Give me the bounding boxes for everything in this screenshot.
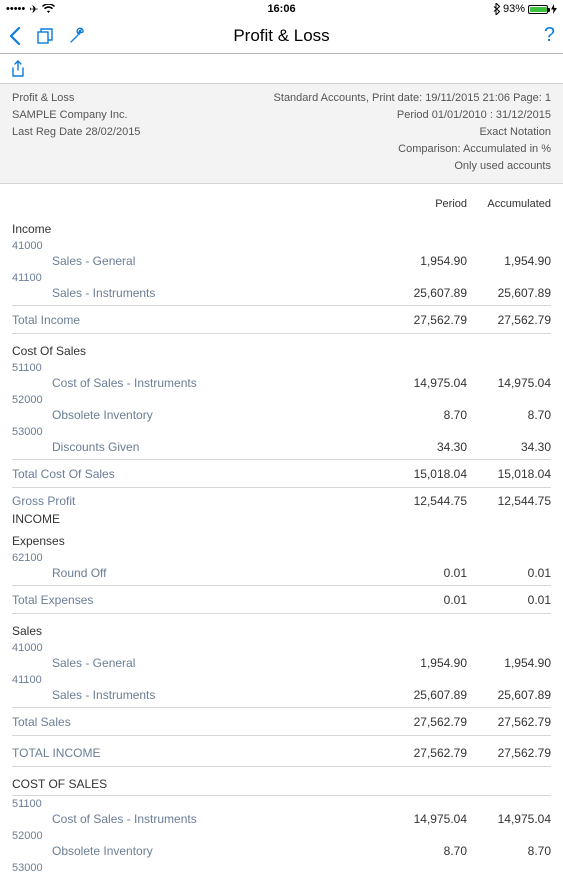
nav-bar: Profit & Loss ?	[0, 18, 563, 54]
battery-icon	[528, 5, 548, 14]
account-code[interactable]: 41000	[12, 240, 56, 252]
status-time: 16:06	[190, 3, 374, 15]
account-code[interactable]: 41100	[12, 272, 56, 284]
column-headers: Period Accumulated	[12, 188, 551, 216]
copy-button[interactable]	[36, 27, 54, 45]
gross-profit: Gross Profit 12,544.75 12,544.75	[12, 488, 551, 510]
account-code[interactable]: 52000	[12, 394, 56, 406]
account-code[interactable]: 53000	[12, 862, 56, 874]
last-reg-date: Last Reg Date 28/02/2015	[12, 124, 274, 141]
account-code[interactable]: 51100	[12, 798, 56, 810]
line-period: 1,954.90	[383, 254, 467, 268]
section-cos-title: Cost Of Sales	[12, 334, 551, 360]
section-income-title: Income	[12, 216, 551, 238]
wifi-icon	[42, 4, 55, 14]
airplane-icon: ✈︎	[29, 3, 38, 16]
signal-dots-icon: •••••	[6, 3, 25, 15]
report-header: Profit & Loss SAMPLE Company Inc. Last R…	[0, 84, 563, 184]
line-desc[interactable]: Sales - General	[12, 656, 383, 670]
line-desc[interactable]: Discounts Given	[12, 440, 383, 454]
account-code[interactable]: 41000	[12, 642, 56, 654]
total-income: Total Income 27,562.79 27,562.79	[12, 309, 551, 334]
line-item: Round Off 0.01 0.01	[12, 564, 551, 582]
account-code[interactable]: 62100	[12, 552, 56, 564]
col-accum: Accumulated	[467, 198, 551, 210]
status-right: 93%	[373, 3, 557, 15]
comparison-info: Comparison: Accumulated in %	[274, 141, 551, 158]
income-caps: INCOME	[12, 510, 551, 528]
company-name: SAMPLE Company Inc.	[12, 107, 274, 124]
account-code[interactable]: 53000	[12, 426, 56, 438]
line-item: Sales - General 1,954.90 1,954.90	[12, 654, 551, 672]
report-body: Period Accumulated Income 41000 Sales - …	[0, 184, 563, 874]
bluetooth-icon	[493, 3, 500, 15]
charging-icon	[551, 4, 557, 14]
section-expenses-title: Expenses	[12, 528, 551, 550]
col-period: Period	[383, 198, 467, 210]
line-item: Sales - Instruments 25,607.89 25,607.89	[12, 686, 551, 704]
accounts-info: Only used accounts	[274, 158, 551, 175]
total-expenses: Total Expenses 0.01 0.01	[12, 589, 551, 614]
line-item: Obsolete Inventory 8.70 8.70	[12, 406, 551, 424]
report-name: Profit & Loss	[12, 90, 274, 107]
line-desc[interactable]: Sales - General	[12, 254, 383, 268]
line-desc[interactable]: Sales - Instruments	[12, 688, 383, 702]
line-accum: 1,954.90	[467, 254, 551, 268]
line-item: Obsolete Inventory 8.70 8.70	[12, 842, 551, 860]
line-item: Sales - General 1,954.90 1,954.90	[12, 252, 551, 270]
line-period: 25,607.89	[383, 286, 467, 300]
line-item: Sales - Instruments 25,607.89 25,607.89	[12, 284, 551, 302]
line-item: Cost of Sales - Instruments 14,975.04 14…	[12, 374, 551, 392]
account-code[interactable]: 51100	[12, 362, 56, 374]
status-bar: ••••• ✈︎ 16:06 93%	[0, 0, 563, 18]
line-item: Cost of Sales - Instruments 14,975.04 14…	[12, 810, 551, 828]
line-desc[interactable]: Cost of Sales - Instruments	[12, 376, 383, 390]
period-info: Period 01/01/2010 : 31/12/2015	[274, 107, 551, 124]
settings-button[interactable]	[68, 27, 86, 45]
help-button[interactable]: ?	[544, 24, 555, 46]
cos-caps: COST OF SALES	[12, 767, 551, 796]
total-cos: Total Cost Of Sales 15,018.04 15,018.04	[12, 463, 551, 488]
line-desc[interactable]: Obsolete Inventory	[12, 844, 383, 858]
total-income-caps: TOTAL INCOME 27,562.79 27,562.79	[12, 736, 551, 767]
section-sales-title: Sales	[12, 614, 551, 640]
account-code[interactable]: 52000	[12, 830, 56, 842]
line-desc[interactable]: Obsolete Inventory	[12, 408, 383, 422]
back-button[interactable]	[8, 26, 22, 46]
share-button[interactable]	[10, 60, 26, 78]
line-accum: 25,607.89	[467, 286, 551, 300]
toolbar	[0, 54, 563, 84]
line-desc[interactable]: Round Off	[12, 566, 383, 580]
line-item: Discounts Given 34.30 34.30	[12, 438, 551, 456]
line-desc[interactable]: Cost of Sales - Instruments	[12, 812, 383, 826]
battery-percent: 93%	[503, 3, 525, 15]
account-code[interactable]: 41100	[12, 674, 56, 686]
status-left: ••••• ✈︎	[6, 3, 190, 16]
notation-info: Exact Notation	[274, 124, 551, 141]
print-info: Standard Accounts, Print date: 19/11/201…	[274, 90, 551, 107]
total-sales: Total Sales 27,562.79 27,562.79	[12, 711, 551, 736]
line-desc[interactable]: Sales - Instruments	[12, 286, 383, 300]
